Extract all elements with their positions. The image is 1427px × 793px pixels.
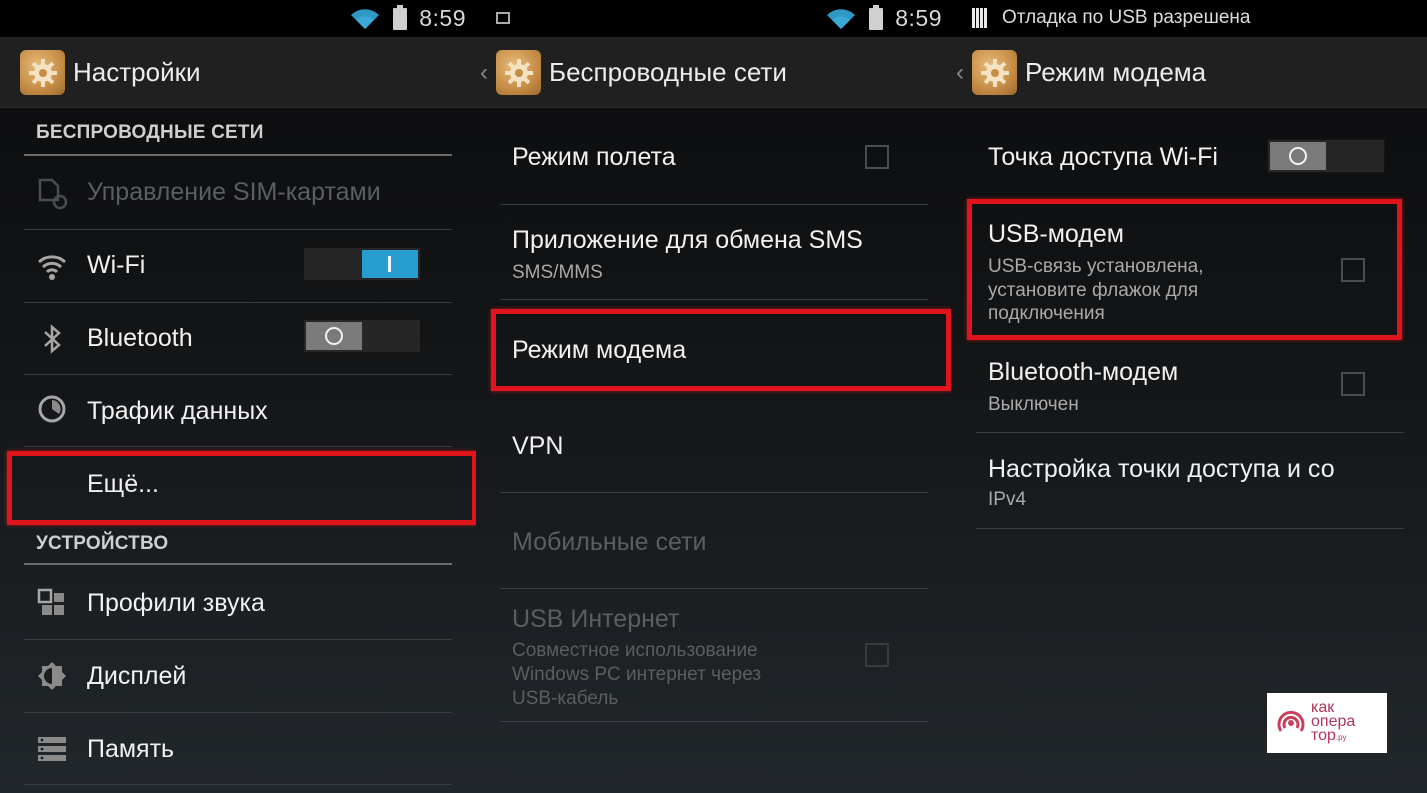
data-usage-icon [38,395,66,423]
battery-icon [869,4,884,30]
status-bar: Отладка по USB разрешена [952,0,1427,37]
storage-icon [38,737,66,761]
highlight-box [967,199,1402,340]
divider [500,721,928,722]
status-bar: 8:59 [476,0,952,37]
status-time: 8:59 [895,5,942,31]
section-header-device: УСТРОЙСТВО [36,533,169,554]
back-chevron-icon[interactable]: ‹ [480,59,488,87]
item-summary-line: Совместное использование [512,640,758,661]
divider [976,432,1404,433]
divider [24,784,452,785]
wifi-toggle[interactable] [303,247,421,281]
notification-text: Отладка по USB разрешена [1002,7,1251,28]
settings-item-storage[interactable]: Память [24,713,452,785]
item-summary-line: Windows PC интернет через [512,664,762,685]
item-label: Мобильные сети [512,528,707,556]
divider [500,492,928,493]
display-icon [38,662,66,690]
highlight-box [491,309,951,391]
settings-item-display[interactable]: Дисплей [24,640,452,712]
settings-screen: 8:59 Настройки БЕСПРОВОДНЫЕ СЕТИ Управле… [0,0,476,793]
back-chevron-icon[interactable]: ‹ [956,59,964,87]
sound-profiles-icon [37,588,64,615]
usb-internet-checkbox[interactable] [865,643,889,667]
usb-debugging-icon [972,8,988,28]
status-time: 8:59 [419,5,466,31]
watermark-text: как опера тор.ру [1311,700,1355,745]
wifi-hotspot-toggle[interactable] [1267,139,1385,173]
action-bar: ‹ Режим модема [952,37,1427,108]
settings-item-label: Управление SIM-картами [87,178,381,206]
settings-app-icon[interactable] [972,50,1017,95]
battery-icon [393,4,408,30]
screen-title: Режим модема [1025,57,1207,87]
divider [500,588,928,589]
bluetooth-tethering-checkbox[interactable] [1341,372,1365,396]
item-summary: IPv4 [988,489,1027,510]
item-summary: SMS/MMS [512,262,603,283]
settings-item-label: Память [87,735,175,763]
action-bar: Настройки [0,37,476,108]
screen-title: Беспроводные сети [549,57,787,87]
item-label: Точка доступа Wi-Fi [988,143,1218,171]
divider [500,299,928,300]
watermark-logo: как опера тор.ру [1267,693,1387,753]
item-label: Настройка точки доступа и со [988,455,1335,483]
watermark-line: тор [1311,727,1336,744]
item-label: Приложение для обмена SMS [512,226,863,254]
divider [976,528,1404,529]
divider [500,204,928,205]
wifi-icon [37,255,67,280]
highlight-box [7,451,476,525]
settings-item-sim[interactable]: Управление SIM-картами [24,158,452,228]
screen-title: Настройки [73,57,201,87]
item-label: Bluetooth-модем [988,358,1179,386]
bluetooth-toggle[interactable] [303,319,421,353]
settings-item-label: Профили звука [87,589,265,617]
settings-item-wifi[interactable]: Wi-Fi [24,230,452,302]
item-label: Режим полета [512,143,676,171]
status-bar: 8:59 [0,0,476,37]
sim-settings-icon [38,178,68,210]
wifi-signal-icon [827,8,856,29]
broadcast-logo-icon [1277,710,1305,732]
settings-item-label: Дисплей [87,662,187,690]
settings-item-bluetooth[interactable]: Bluetooth [24,303,452,375]
settings-item-data-usage[interactable]: Трафик данных [24,375,452,447]
action-bar: ‹ Беспроводные сети [476,37,952,108]
watermark-suffix: .ру [1335,733,1347,742]
section-divider [24,563,452,565]
wireless-networks-screen: 8:59 ‹ Беспроводные сети Режим полета Пр… [476,0,952,793]
divider [24,446,452,447]
item-label: USB Интернет [512,605,680,633]
item-summary-line: USB-кабель [512,688,619,709]
item-summary: Выключен [988,394,1079,415]
tethering-screen: Отладка по USB разрешена ‹ Режим модема … [952,0,1427,793]
section-divider [24,154,452,156]
airplane-mode-checkbox[interactable] [865,145,889,169]
settings-app-icon[interactable] [496,50,541,95]
settings-item-label: Wi-Fi [87,251,146,279]
settings-app-icon[interactable] [20,50,65,95]
wifi-signal-icon [351,8,380,29]
settings-item-label: Bluetooth [87,324,193,352]
screenshot-notification-icon [496,12,510,24]
section-header-wireless: БЕСПРОВОДНЫЕ СЕТИ [36,122,264,143]
bluetooth-icon [44,324,61,354]
settings-item-label: Трафик данных [87,397,268,425]
settings-item-sound-profiles[interactable]: Профили звука [24,567,452,639]
item-label: VPN [512,432,564,460]
